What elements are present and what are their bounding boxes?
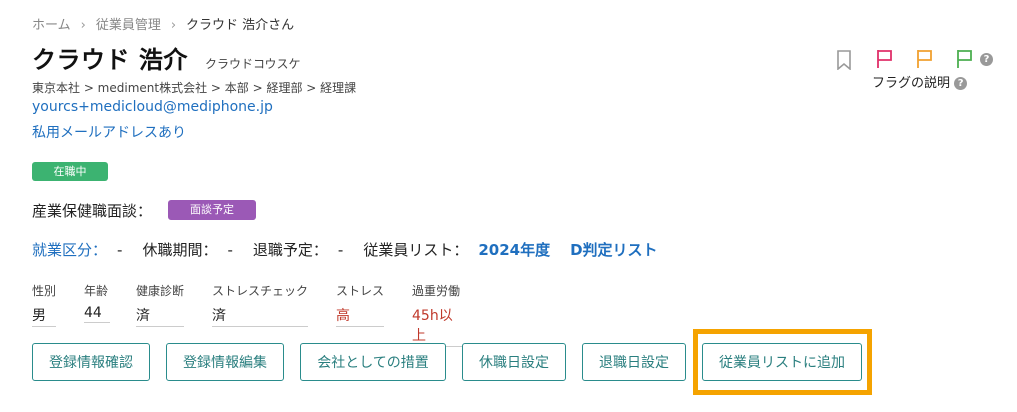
work-type-label[interactable]: 就業区分： (32, 241, 107, 259)
field-label: 性別 (32, 284, 57, 298)
company-measures-button[interactable]: 会社としての措置 (300, 343, 446, 381)
breadcrumb-home[interactable]: ホーム (32, 18, 71, 33)
help-icon[interactable]: ? (980, 53, 993, 66)
field-value: 高 (336, 305, 384, 327)
employee-organization: 東京本社 > mediment株式会社 > 本部 > 経理部 > 経理課 (32, 81, 357, 95)
field-label: 健康診断 (136, 284, 185, 298)
leave-period-label: 休職期間： (142, 241, 218, 259)
flag-help-label[interactable]: フラグの説明 (872, 76, 950, 91)
flag-orange-icon[interactable] (916, 49, 934, 69)
work-type-value: - (117, 241, 123, 259)
employee-list-d-judgement-link[interactable]: D判定リスト (570, 241, 657, 259)
field-value: 44 (84, 305, 110, 323)
flag-help[interactable]: フラグの説明 ? (872, 72, 968, 91)
field-value: 45h以上 (412, 305, 466, 347)
interview-label: 産業保健職面談： (32, 202, 153, 220)
field-label: 年齢 (84, 284, 109, 298)
help-icon[interactable]: ? (954, 77, 968, 90)
field-label: ストレスチェック (212, 284, 309, 298)
field-value: 済 (136, 305, 184, 327)
leave-period-value: - (227, 241, 233, 259)
view-registration-button[interactable]: 登録情報確認 (32, 343, 150, 381)
field-stress-check: ストレスチェック 済 (212, 282, 308, 327)
bookmark-icon[interactable] (836, 50, 852, 70)
edit-registration-button[interactable]: 登録情報編集 (166, 343, 284, 381)
field-overwork: 過重労働 45h以上 (412, 282, 466, 347)
interview-status-badge: 面談予定 (168, 200, 256, 220)
employee-email[interactable]: yourcs+medicloud@mediphone.jp (32, 99, 273, 115)
breadcrumb-current: クラウド 浩介さん (186, 18, 295, 33)
field-health-checkup: 健康診断 済 (136, 282, 184, 327)
flag-pink-icon[interactable] (876, 49, 894, 69)
field-value: 男 (32, 305, 56, 327)
retire-plan-value: - (337, 241, 344, 259)
set-retire-date-button[interactable]: 退職日設定 (582, 343, 686, 381)
highlight-frame (693, 329, 872, 395)
status-row: 就業区分： - 休職期間： - 退職予定： - 従業員リスト： 2024年度 D判定リスト (32, 239, 658, 260)
field-label: 過重労働 (412, 284, 461, 298)
breadcrumb: ホーム › 従業員管理 › クラウド 浩介さん (32, 14, 294, 33)
field-label: ストレス (336, 284, 385, 298)
field-gender: 性別 男 (32, 282, 56, 327)
employee-kana: クラウドコウスケ (205, 57, 301, 71)
flag-green-icon[interactable] (956, 49, 974, 69)
employee-list-year-link[interactable]: 2024年度 (478, 241, 550, 259)
set-leave-date-button[interactable]: 休職日設定 (462, 343, 566, 381)
breadcrumb-separator: › (170, 18, 177, 33)
employee-name: クラウド 浩介 (32, 46, 188, 74)
breadcrumb-employees[interactable]: 従業員管理 (96, 18, 161, 33)
breadcrumb-separator: › (80, 18, 86, 33)
field-value: 済 (212, 305, 308, 327)
employee-list-label: 従業員リスト： (363, 241, 469, 259)
retire-plan-label: 退職予定： (252, 241, 328, 259)
employment-status-badge: 在職中 (32, 162, 108, 181)
field-age: 年齢 44 (84, 282, 110, 323)
private-email-link[interactable]: 私用メールアドレスあり (32, 122, 186, 142)
field-stress: ストレス 高 (336, 282, 384, 327)
